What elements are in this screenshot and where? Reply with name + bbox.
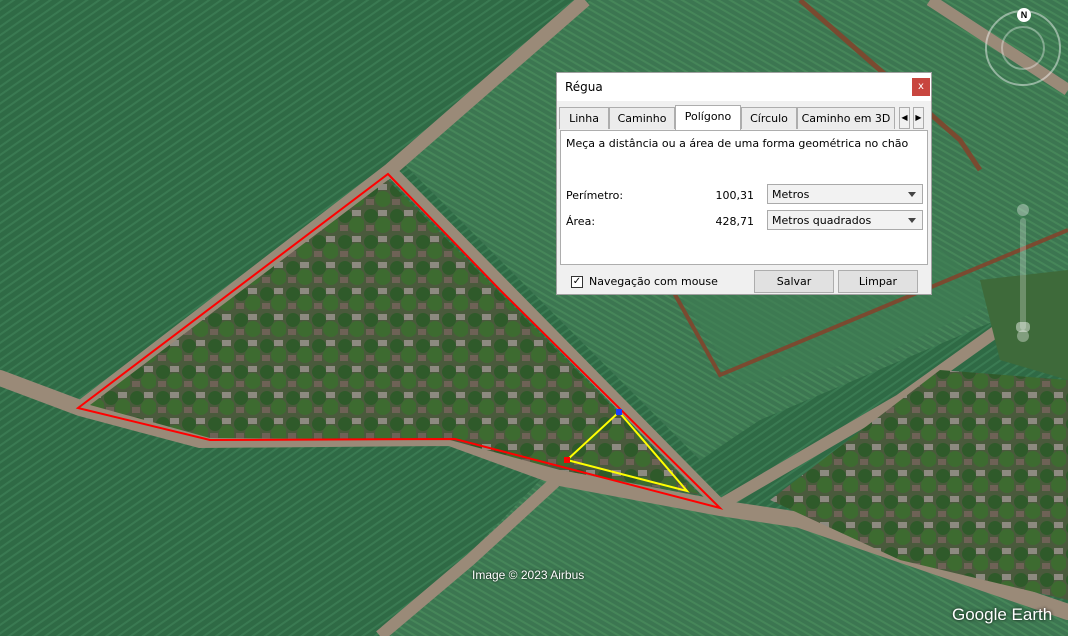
tab-caminho[interactable]: Caminho — [609, 107, 675, 129]
vertex-marker-blue — [616, 409, 622, 415]
chevron-down-icon — [908, 218, 916, 223]
compass-control[interactable]: N — [985, 8, 1061, 86]
look-joystick[interactable] — [1001, 26, 1045, 70]
polygon-panel: Meça a distância ou a área de uma forma … — [560, 130, 928, 265]
perimeter-unit-select[interactable]: Metros — [767, 184, 923, 204]
zoom-out-icon[interactable] — [1017, 330, 1029, 342]
area-value: 428,71 — [715, 215, 755, 228]
area-unit-select[interactable]: Metros quadrados — [767, 210, 923, 230]
clear-button[interactable]: Limpar — [838, 270, 918, 293]
perimeter-value: 100,31 — [715, 189, 755, 202]
zoom-in-icon[interactable] — [1017, 204, 1029, 216]
mouse-navigation-label[interactable]: Navegação com mouse — [589, 275, 718, 288]
tab-caminho-3d[interactable]: Caminho em 3D — [797, 107, 895, 129]
tab-scroll-left-icon[interactable]: ◀ — [899, 107, 910, 129]
zoom-slider[interactable] — [1014, 204, 1032, 344]
tab-poligono[interactable]: Polígono — [675, 105, 741, 130]
ruler-dialog: Régua x Linha Caminho Polígono Círculo C… — [556, 72, 932, 295]
tab-bar: Linha Caminho Polígono Círculo Caminho e… — [559, 105, 929, 130]
perimeter-label: Perímetro: — [566, 189, 624, 202]
tab-linha[interactable]: Linha — [559, 107, 609, 129]
area-label: Área: — [566, 215, 596, 228]
compass-north-label[interactable]: N — [1017, 8, 1031, 22]
save-button[interactable]: Salvar — [754, 270, 834, 293]
google-earth-logo: Google Earth — [952, 605, 1053, 624]
imagery-copyright: Image © 2023 Airbus — [472, 568, 585, 582]
tab-scroll-right-icon[interactable]: ▶ — [913, 107, 924, 129]
area-unit-value: Metros quadrados — [772, 214, 872, 227]
panel-description: Meça a distância ou a área de uma forma … — [566, 137, 909, 150]
dialog-titlebar[interactable]: Régua x — [557, 73, 931, 101]
dialog-title: Régua — [565, 80, 603, 94]
tab-circulo[interactable]: Círculo — [741, 107, 797, 129]
zoom-track-bar[interactable] — [1020, 218, 1026, 330]
close-button[interactable]: x — [912, 78, 930, 96]
perimeter-unit-value: Metros — [772, 188, 810, 201]
chevron-down-icon — [908, 192, 916, 197]
mouse-navigation-checkbox[interactable]: ✓ — [571, 276, 583, 288]
vertex-marker-red — [564, 457, 570, 463]
